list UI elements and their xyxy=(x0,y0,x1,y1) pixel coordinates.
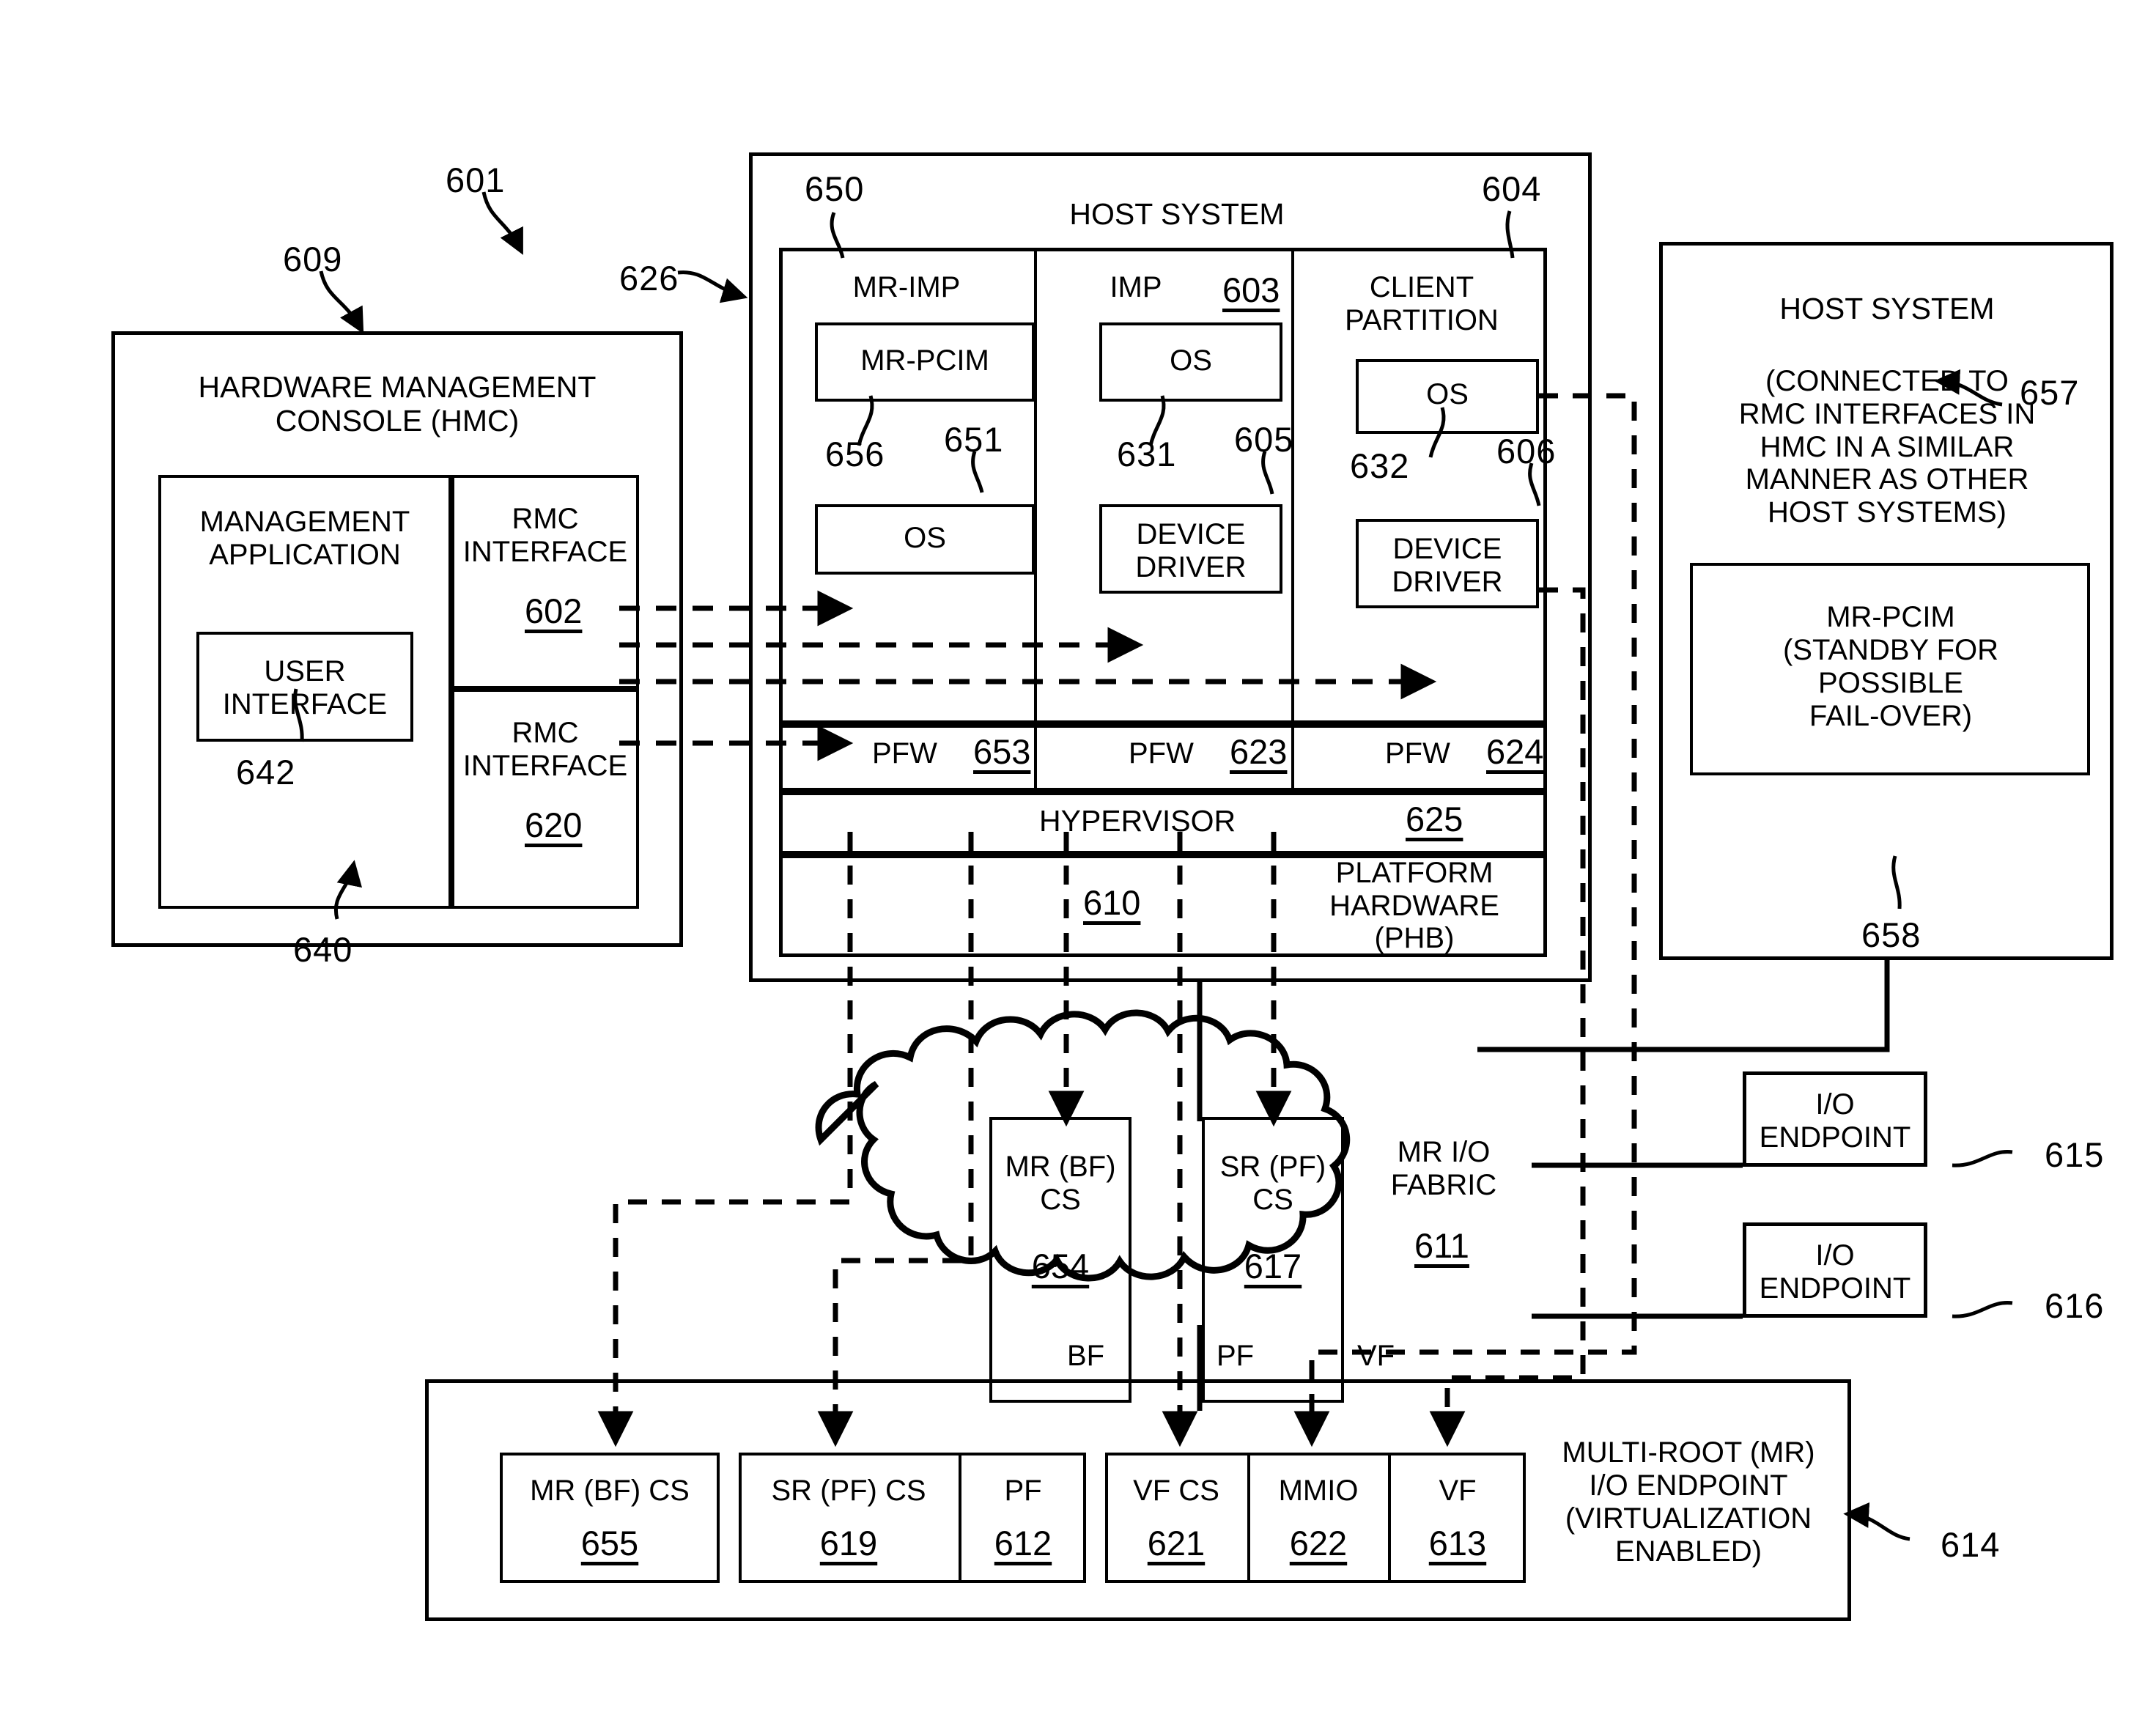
ref-656: 656 xyxy=(825,435,885,473)
ref-632: 632 xyxy=(1350,446,1410,485)
client-os-label: OS xyxy=(1426,377,1469,410)
ref-605: 605 xyxy=(1234,420,1294,459)
ref-625: 625 xyxy=(1406,800,1463,838)
user-interface-label: USER INTERFACE xyxy=(222,655,388,720)
client-device-driver-label: DEVICE DRIVER xyxy=(1392,533,1503,598)
pfw-label-623: PFW xyxy=(1129,737,1194,770)
mr-pcim-label: MR-PCIM xyxy=(860,344,989,377)
imp-os-label: OS xyxy=(1170,344,1212,377)
standby-mr-pcim-label: MR-PCIM (STANDBY FOR POSSIBLE FAIL-OVER) xyxy=(1782,601,1999,732)
ref-613: 613 xyxy=(1428,1524,1487,1562)
host-system-standby-title: HOST SYSTEM xyxy=(1779,292,1995,326)
imp-device-driver-label: DEVICE DRIVER xyxy=(1135,518,1247,583)
ref-606: 606 xyxy=(1496,432,1557,471)
rmc-interface-620-label: RMC INTERFACE xyxy=(462,717,628,782)
ref-612: 612 xyxy=(994,1524,1052,1562)
mr-imp-os-label: OS xyxy=(904,521,946,554)
bus-label-vf: VF xyxy=(1357,1340,1395,1372)
partition-divider-2 xyxy=(1291,248,1294,724)
pfw-label-653: PFW xyxy=(872,737,937,770)
cell-621-label: VF CS xyxy=(1133,1474,1219,1507)
io-endpoint-616-label: I/O ENDPOINT xyxy=(1759,1239,1911,1305)
ref-622: 622 xyxy=(1289,1524,1348,1562)
pfw-divider-1 xyxy=(1034,724,1037,792)
cell-619-label: SR (PF) CS xyxy=(771,1474,926,1507)
ref-631: 631 xyxy=(1117,435,1177,473)
sr-pf-cs-617-label: SR (PF) CS xyxy=(1219,1151,1326,1216)
bus-label-pf: PF xyxy=(1217,1340,1255,1372)
ref-611: 611 xyxy=(1414,1226,1469,1265)
ref-640: 640 xyxy=(293,930,353,969)
pfw-divider-2 xyxy=(1291,724,1294,792)
partition-label-imp: IMP xyxy=(1110,271,1162,303)
patent-figure: 601 609 626 HARDWARE MANAGEMENT CONSOLE … xyxy=(0,0,2156,1723)
ref-602: 602 xyxy=(525,591,583,630)
mr-endpoint-title: MULTI-ROOT (MR) I/O ENDPOINT (VIRTUALIZA… xyxy=(1562,1436,1815,1568)
mr-io-fabric-label: MR I/O FABRIC xyxy=(1390,1136,1497,1201)
cell-divider-3a xyxy=(1247,1453,1250,1583)
ref-623: 623 xyxy=(1230,732,1288,771)
ref-642: 642 xyxy=(236,753,296,792)
hmc-title: HARDWARE MANAGEMENT CONSOLE (HMC) xyxy=(198,370,597,438)
cell-divider-3b xyxy=(1388,1453,1391,1583)
ref-655: 655 xyxy=(580,1524,639,1562)
ref-609: 609 xyxy=(283,240,343,278)
ref-616: 616 xyxy=(2045,1286,2105,1325)
ref-624: 624 xyxy=(1486,732,1544,771)
ref-626: 626 xyxy=(619,259,679,298)
cell-group-2 xyxy=(739,1453,1086,1583)
ref-654: 654 xyxy=(1031,1247,1090,1285)
ref-651: 651 xyxy=(944,420,1004,459)
ref-614: 614 xyxy=(1941,1525,2001,1564)
cell-655-box[interactable] xyxy=(500,1453,720,1583)
management-application-label: MANAGEMENT APPLICATION xyxy=(199,506,410,571)
mr-bf-cs-654-label: MR (BF) CS xyxy=(1005,1151,1116,1216)
ref-619: 619 xyxy=(819,1524,878,1562)
cell-group-3 xyxy=(1105,1453,1526,1583)
cell-613-label: VF xyxy=(1439,1474,1477,1507)
host-system-title: HOST SYSTEM xyxy=(1069,197,1285,231)
platform-hardware-label: PLATFORM HARDWARE (PHB) xyxy=(1329,856,1499,955)
ref-610: 610 xyxy=(1083,883,1141,922)
bus-label-bf: BF xyxy=(1067,1340,1105,1372)
ref-615: 615 xyxy=(2045,1135,2105,1174)
ref-601: 601 xyxy=(446,161,506,199)
partition-label-client: CLIENT PARTITION xyxy=(1345,271,1499,336)
partition-divider-1 xyxy=(1034,248,1037,724)
ref-617: 617 xyxy=(1244,1247,1302,1285)
hypervisor-label: HYPERVISOR xyxy=(1039,804,1236,838)
pfw-label-624: PFW xyxy=(1385,737,1450,770)
io-endpoint-615-label: I/O ENDPOINT xyxy=(1759,1088,1911,1154)
cell-622-label: MMIO xyxy=(1278,1474,1359,1507)
ref-620: 620 xyxy=(525,805,583,844)
ref-658: 658 xyxy=(1861,915,1921,954)
partition-label-mr-imp: MR-IMP xyxy=(852,271,961,303)
ref-653: 653 xyxy=(973,732,1031,771)
ref-650: 650 xyxy=(805,169,865,208)
ref-604: 604 xyxy=(1482,169,1542,208)
cell-655-label: MR (BF) CS xyxy=(530,1474,690,1507)
cell-divider-2 xyxy=(959,1453,961,1583)
cell-612-label: PF xyxy=(1004,1474,1042,1507)
ref-621: 621 xyxy=(1147,1524,1206,1562)
ref-657: 657 xyxy=(2020,373,2080,412)
rmc-interface-602-label: RMC INTERFACE xyxy=(462,503,628,568)
